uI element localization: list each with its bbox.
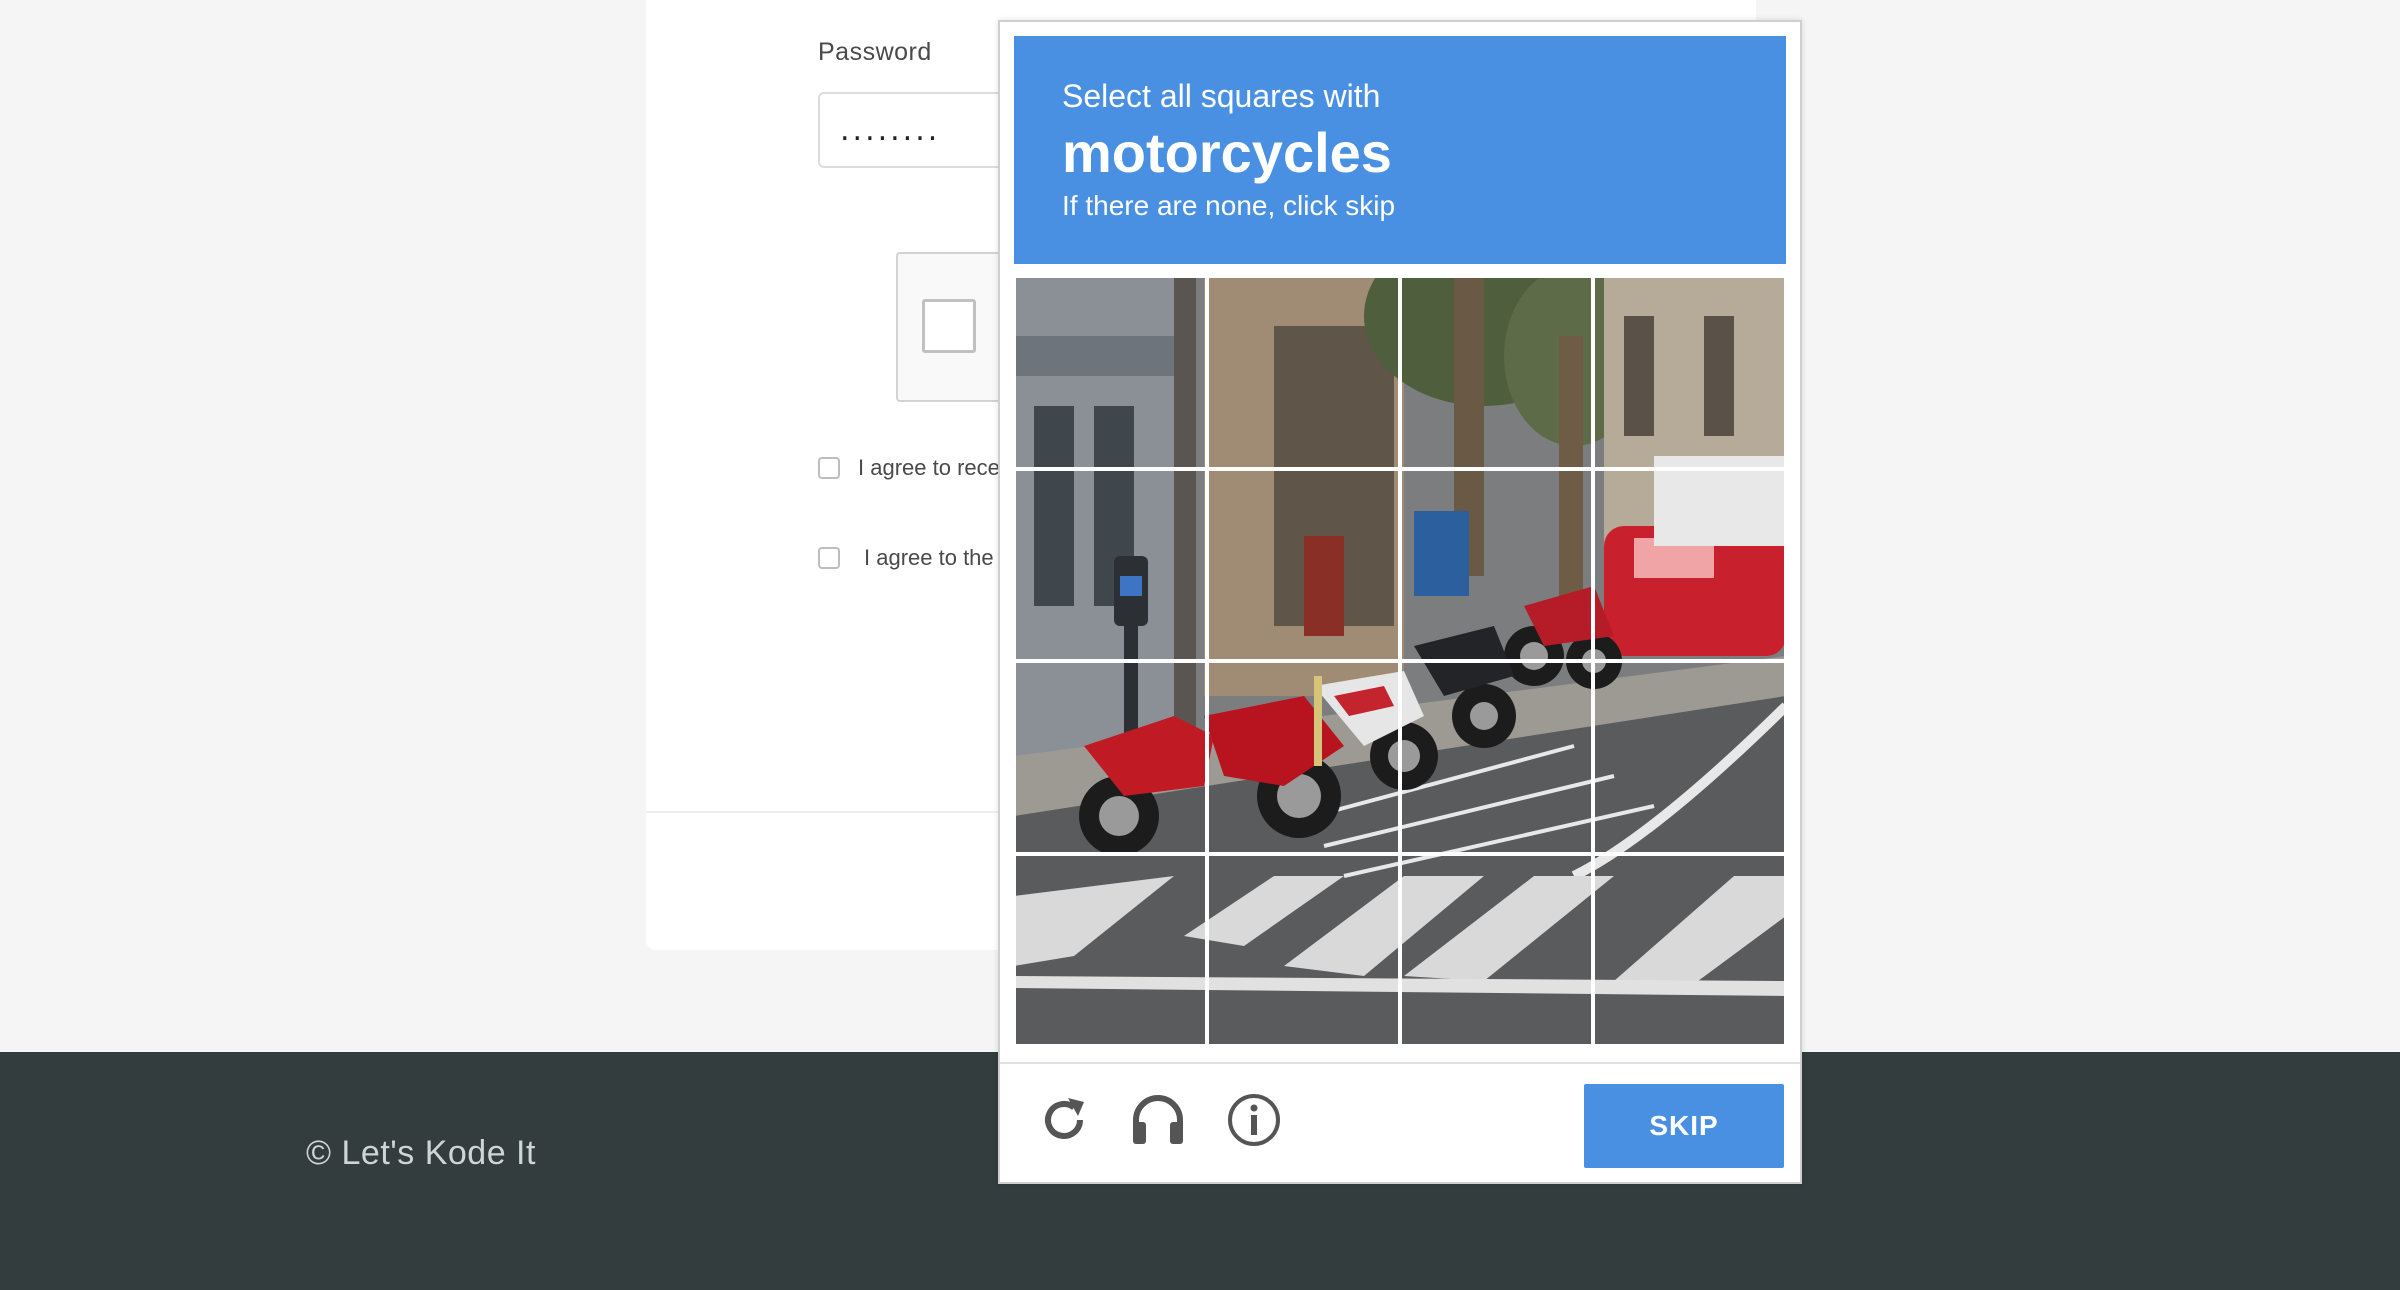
tile-r1-c1[interactable] [1014, 276, 1207, 469]
tile-r3-c3[interactable] [1400, 661, 1593, 854]
challenge-image-grid [1014, 276, 1786, 1046]
info-icon[interactable] [1226, 1092, 1282, 1148]
agree-terms-label: I agree to the [864, 545, 994, 570]
challenge-header: Select all squares with motorcycles If t… [1014, 36, 1786, 264]
tile-r2-c2[interactable] [1207, 468, 1400, 661]
agree-receive-label: I agree to rece [858, 455, 1000, 480]
footer-copyright: © Let's Kode It [306, 1134, 536, 1172]
challenge-footer: SKIP [1000, 1062, 1800, 1184]
challenge-object: motorcycles [1062, 121, 1392, 184]
tile-r4-c3[interactable] [1400, 853, 1593, 1046]
agree-receive-checkbox[interactable] [818, 457, 840, 479]
tile-r1-c3[interactable] [1400, 276, 1593, 469]
tile-r3-c4[interactable] [1593, 661, 1786, 854]
tile-r3-c1[interactable] [1014, 661, 1207, 854]
tile-r2-c1[interactable] [1014, 468, 1207, 661]
agree-terms-row: I agree to the [818, 545, 994, 571]
challenge-subtext: If there are none, click skip [1062, 190, 1396, 221]
tile-r2-c4[interactable] [1593, 468, 1786, 661]
recaptcha-checkbox[interactable] [922, 299, 976, 353]
captcha-challenge: Select all squares with motorcycles If t… [998, 20, 1802, 1184]
tile-r3-c2[interactable] [1207, 661, 1400, 854]
tile-r2-c3[interactable] [1400, 468, 1593, 661]
agree-terms-checkbox[interactable] [818, 547, 840, 569]
headphones-icon[interactable] [1130, 1092, 1186, 1148]
tile-grid [1014, 276, 1786, 1046]
tile-r1-c4[interactable] [1593, 276, 1786, 469]
tile-r4-c4[interactable] [1593, 853, 1786, 1046]
agree-receive-row: I agree to rece [818, 455, 1000, 481]
skip-button[interactable]: SKIP [1584, 1084, 1784, 1168]
tile-r1-c2[interactable] [1207, 276, 1400, 469]
reload-icon[interactable] [1036, 1092, 1092, 1148]
tile-r4-c2[interactable] [1207, 853, 1400, 1046]
tile-r4-c1[interactable] [1014, 853, 1207, 1046]
challenge-instruction: Select all squares with [1062, 78, 1381, 114]
password-label: Password [818, 38, 932, 66]
